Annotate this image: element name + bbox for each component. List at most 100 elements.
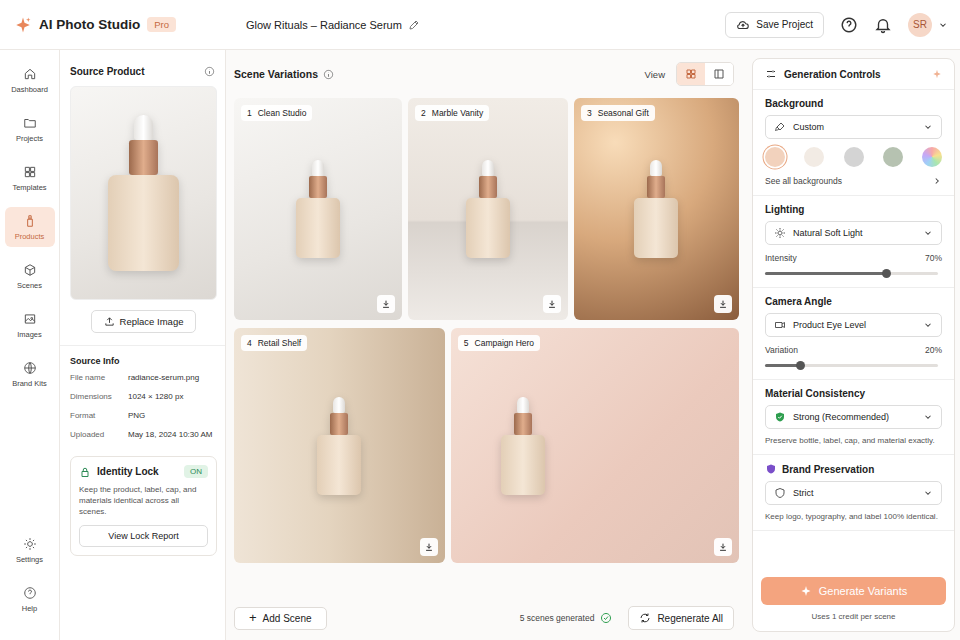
pencil-icon[interactable] bbox=[408, 19, 420, 31]
product-bottle bbox=[317, 397, 361, 495]
camera-section: Camera AngleProduct Eye LevelVariation20… bbox=[753, 288, 954, 380]
product-bottle bbox=[634, 160, 678, 258]
avatar[interactable]: SR bbox=[908, 13, 932, 37]
scene-card[interactable]: 3Seasonal Gift bbox=[574, 98, 739, 320]
sparkle-icon bbox=[800, 585, 812, 597]
sparkle-icon bbox=[932, 69, 942, 79]
info-icon[interactable] bbox=[323, 69, 334, 80]
regenerate-all-button[interactable]: Regenerate All bbox=[628, 606, 734, 630]
info-row: UploadedMay 18, 2024 10:30 AM bbox=[70, 429, 217, 440]
scene-label: 2Marble Vanity bbox=[415, 105, 489, 121]
save-project-button[interactable]: Save Project bbox=[725, 12, 824, 38]
info-row: FormatPNG bbox=[70, 410, 217, 421]
download-icon bbox=[547, 299, 557, 309]
color-swatch[interactable] bbox=[883, 147, 903, 167]
chevron-down-icon bbox=[923, 412, 933, 422]
nav-icon bbox=[23, 586, 37, 600]
brush-icon bbox=[774, 121, 786, 133]
sidebar-item[interactable]: Projects bbox=[5, 109, 55, 149]
add-scene-button[interactable]: +Add Scene bbox=[234, 607, 327, 630]
app-window: AI Photo Studio Pro Glow Rituals – Radianc… bbox=[0, 0, 960, 640]
credit-note: Uses 1 credit per scene bbox=[811, 612, 895, 621]
background-select[interactable]: Custom bbox=[765, 115, 942, 139]
sidebar-item[interactable]: Brand Kits bbox=[5, 354, 55, 394]
scene-card[interactable]: 4Retail Shelf bbox=[234, 328, 445, 563]
slider-thumb[interactable] bbox=[882, 269, 891, 278]
source-title: Source Product bbox=[70, 66, 144, 77]
cloud-icon bbox=[736, 18, 750, 32]
generation-controls: Generation ControlsBackgroundCustomSee a… bbox=[752, 58, 955, 632]
source-info-title: Source Info bbox=[70, 356, 217, 366]
camera-angle-select[interactable]: Product Eye Level bbox=[765, 313, 942, 337]
scene-card[interactable]: 5Campaign Hero bbox=[451, 328, 739, 563]
sidebar-item[interactable]: Images bbox=[5, 305, 55, 345]
source-image bbox=[70, 86, 217, 300]
grid-view-button[interactable] bbox=[677, 63, 705, 85]
info-row: Dimensions1024 × 1280 px bbox=[70, 391, 217, 402]
scene-card[interactable]: 2Marble Vanity bbox=[408, 98, 568, 320]
check-circle-icon bbox=[600, 612, 612, 624]
single-view-icon bbox=[713, 68, 725, 80]
product-bottle bbox=[501, 397, 545, 495]
download-button[interactable] bbox=[420, 538, 438, 556]
bell-icon[interactable] bbox=[874, 16, 892, 34]
chevron-down-icon bbox=[923, 228, 933, 238]
color-swatch[interactable] bbox=[804, 147, 824, 167]
nav-icon bbox=[23, 67, 37, 81]
sidebar-item[interactable]: Templates bbox=[5, 158, 55, 198]
camera-icon bbox=[774, 319, 786, 331]
chevron-down-icon bbox=[923, 122, 933, 132]
top-bar: AI Photo Studio Pro Glow Rituals – Radianc… bbox=[0, 0, 960, 50]
identity-lock-card: Identity LockONKeep the product, label, … bbox=[70, 456, 217, 556]
download-button[interactable] bbox=[377, 295, 395, 313]
background-section: BackgroundCustomSee all backgrounds bbox=[753, 90, 954, 196]
help-icon[interactable] bbox=[840, 16, 858, 34]
lighting-select[interactable]: Natural Soft Light bbox=[765, 221, 942, 245]
scenes-title: Scene Variations bbox=[234, 68, 318, 80]
grid-icon bbox=[685, 68, 697, 80]
view-toggle bbox=[676, 62, 734, 86]
sparkle-logo-icon bbox=[14, 16, 32, 34]
generate-variants-button[interactable]: Generate Variants bbox=[761, 577, 946, 605]
sidebar-item[interactable]: Settings bbox=[5, 530, 55, 570]
lock-state-badge[interactable]: ON bbox=[184, 465, 208, 478]
sidebar-item[interactable]: Dashboard bbox=[5, 60, 55, 100]
info-icon[interactable] bbox=[204, 66, 215, 77]
see-all-backgrounds-link[interactable]: See all backgrounds bbox=[765, 175, 942, 187]
single-view-button[interactable] bbox=[705, 63, 733, 85]
material-select[interactable]: Strong (Recommended) bbox=[765, 405, 942, 429]
nav-icon bbox=[23, 165, 37, 179]
account-menu[interactable]: SR bbox=[908, 13, 948, 37]
color-swatch[interactable] bbox=[922, 147, 942, 167]
download-button[interactable] bbox=[543, 295, 561, 313]
lock-icon bbox=[79, 466, 91, 478]
download-button[interactable] bbox=[714, 295, 732, 313]
nav-icon bbox=[23, 263, 37, 277]
color-swatch[interactable] bbox=[844, 147, 864, 167]
sidebar-item[interactable]: Scenes bbox=[5, 256, 55, 296]
nav-icon bbox=[23, 116, 37, 130]
sidebar-item[interactable]: Help bbox=[5, 579, 55, 619]
info-row: File nameradiance-serum.png bbox=[70, 372, 217, 383]
app-name: AI Photo Studio bbox=[39, 17, 140, 32]
sun-icon bbox=[774, 227, 786, 239]
color-swatch[interactable] bbox=[765, 147, 785, 167]
upload-icon bbox=[104, 316, 115, 327]
download-icon bbox=[381, 299, 391, 309]
sidebar: Dashboard Projects Templates Products Scenes… bbox=[0, 50, 60, 640]
project-title[interactable]: Glow Rituals – Radiance Serum bbox=[246, 19, 420, 31]
download-button[interactable] bbox=[714, 538, 732, 556]
slider-thumb[interactable] bbox=[796, 361, 805, 370]
shield-icon bbox=[765, 463, 777, 475]
product-bottle bbox=[296, 160, 340, 258]
plan-badge: Pro bbox=[147, 17, 176, 32]
view-lock-report-button[interactable]: View Lock Report bbox=[79, 525, 208, 547]
sidebar-item[interactable]: Products bbox=[5, 207, 55, 247]
intensity-slider[interactable] bbox=[765, 272, 938, 275]
replace-image-button[interactable]: Replace Image bbox=[91, 310, 197, 333]
chevron-down-icon bbox=[923, 320, 933, 330]
brand-preservation-select[interactable]: Strict bbox=[765, 481, 942, 505]
scene-card[interactable]: 1Clean Studio bbox=[234, 98, 402, 320]
variation-slider[interactable] bbox=[765, 364, 938, 367]
brand[interactable]: AI Photo Studio Pro bbox=[14, 16, 246, 34]
